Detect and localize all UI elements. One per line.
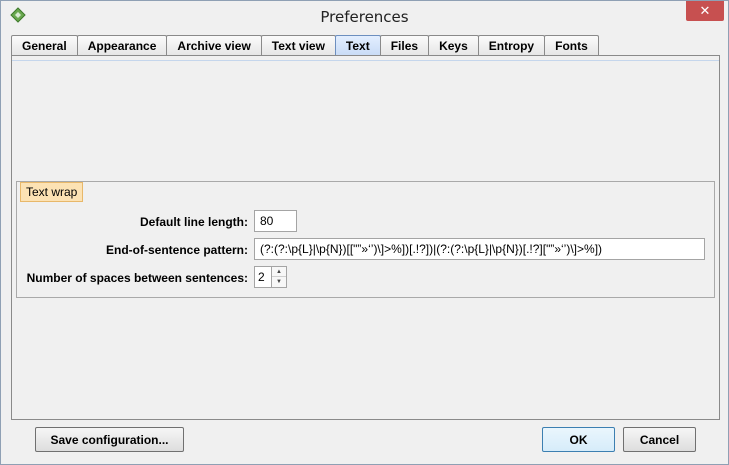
ok-button[interactable]: OK xyxy=(542,427,615,452)
tab-appearance[interactable]: Appearance xyxy=(76,35,168,55)
text-wrap-group-title: Text wrap xyxy=(20,182,84,202)
cancel-button[interactable]: Cancel xyxy=(623,427,696,452)
spaces-between-sentences-field[interactable]: 2 xyxy=(254,266,272,288)
spinner-up-icon[interactable]: ▲ xyxy=(272,267,286,277)
spinner-down-icon[interactable]: ▼ xyxy=(272,277,286,287)
spaces-between-sentences-label: Number of spaces between sentences: xyxy=(26,271,248,285)
tab-bar: General Appearance Archive view Text vie… xyxy=(11,35,599,55)
default-line-length-field[interactable]: 80 xyxy=(254,210,297,232)
tab-general[interactable]: General xyxy=(11,35,78,55)
title-bar: Preferences ✕ xyxy=(1,1,728,33)
panel-top-divider xyxy=(12,56,719,61)
window-title: Preferences xyxy=(320,8,409,26)
text-tab-panel: Text wrap Default line length: 80 End-of… xyxy=(11,55,720,420)
tab-keys[interactable]: Keys xyxy=(428,35,479,55)
tab-archive-view[interactable]: Archive view xyxy=(166,35,262,55)
save-configuration-button[interactable]: Save configuration... xyxy=(35,427,184,452)
tab-text-view[interactable]: Text view xyxy=(260,35,336,55)
close-button[interactable]: ✕ xyxy=(686,1,724,21)
text-wrap-group: Text wrap Default line length: 80 End-of… xyxy=(16,181,715,298)
preferences-window: Preferences ✕ General Appearance Archive… xyxy=(0,0,729,465)
tab-text[interactable]: Text xyxy=(334,35,381,55)
sentence-pattern-field[interactable]: (?:(?:\p{L}|\p{N})[["”»‘’)\]>%])[.!?])|(… xyxy=(254,238,705,260)
spaces-spinner: ▲ ▼ xyxy=(272,266,287,288)
sentence-pattern-label: End-of-sentence pattern: xyxy=(105,243,248,257)
tab-entropy[interactable]: Entropy xyxy=(477,35,546,55)
tab-files[interactable]: Files xyxy=(379,35,430,55)
tab-fonts[interactable]: Fonts xyxy=(544,35,599,55)
default-line-length-label: Default line length: xyxy=(140,215,248,229)
close-icon: ✕ xyxy=(699,3,711,18)
